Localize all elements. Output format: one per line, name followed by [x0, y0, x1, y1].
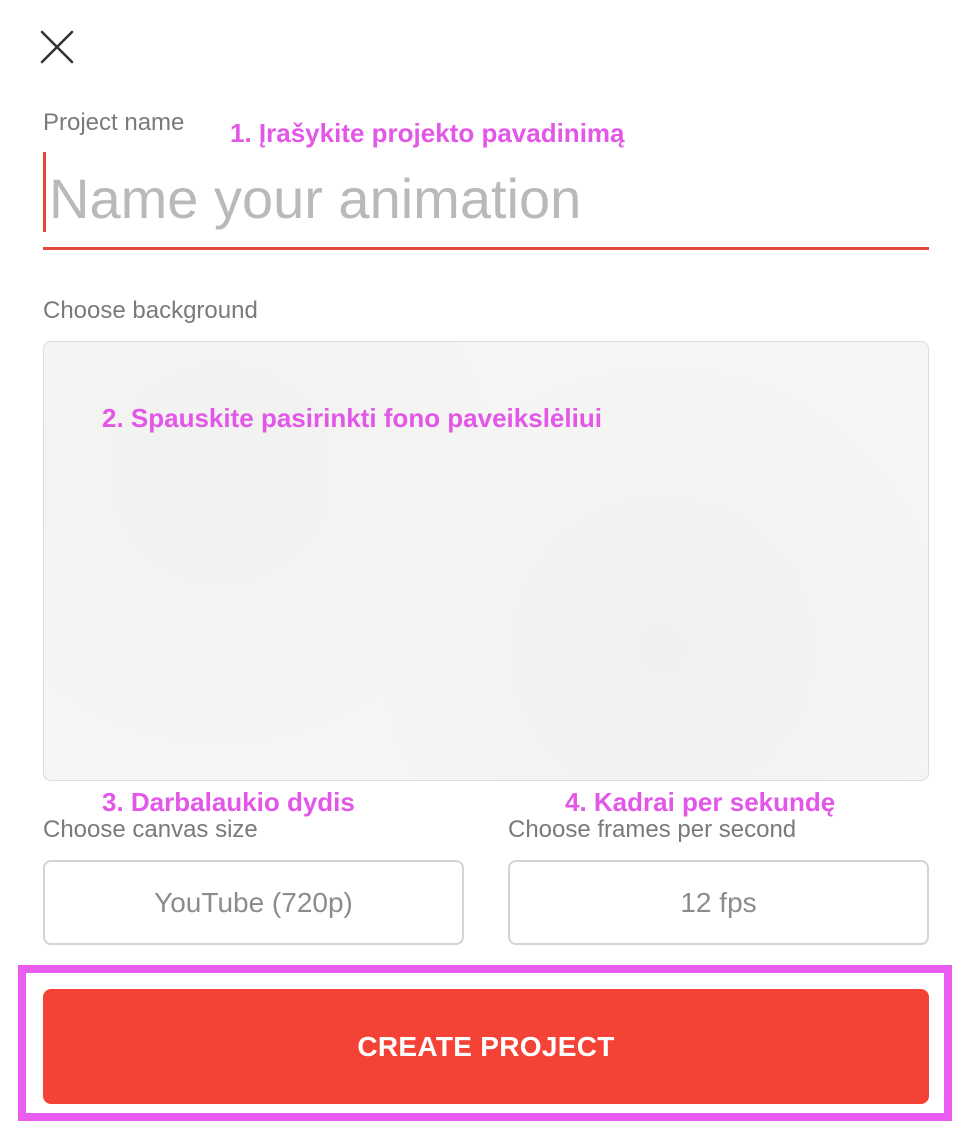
fps-select[interactable]: 12 fps [508, 860, 929, 945]
create-project-button[interactable]: CREATE PROJECT [43, 989, 929, 1104]
background-label: Choose background [43, 297, 258, 324]
canvas-size-label: Choose canvas size [43, 816, 258, 843]
fps-label: Choose frames per second [508, 816, 797, 843]
create-project-label: CREATE PROJECT [357, 1030, 615, 1062]
close-button[interactable] [40, 30, 74, 64]
annotation-step1: 1. Įrašykite projekto pavadinimą [230, 118, 625, 148]
project-name-field[interactable] [43, 150, 929, 250]
annotation-step4: 4. Kadrai per sekundę [565, 787, 836, 817]
canvas-size-value: YouTube (720p) [154, 886, 353, 918]
text-caret [43, 152, 46, 232]
annotation-step3: 3. Darbalaukio dydis [102, 787, 355, 817]
project-name-label: Project name [43, 109, 185, 136]
canvas-size-select[interactable]: YouTube (720p) [43, 860, 464, 945]
fps-value: 12 fps [680, 886, 757, 918]
project-name-input[interactable] [49, 158, 919, 238]
close-icon [40, 30, 74, 64]
annotation-step2: 2. Spauskite pasirinkti fono paveikslėli… [102, 403, 602, 433]
new-project-dialog: Project name 1. Įrašykite projekto pavad… [0, 0, 970, 1132]
